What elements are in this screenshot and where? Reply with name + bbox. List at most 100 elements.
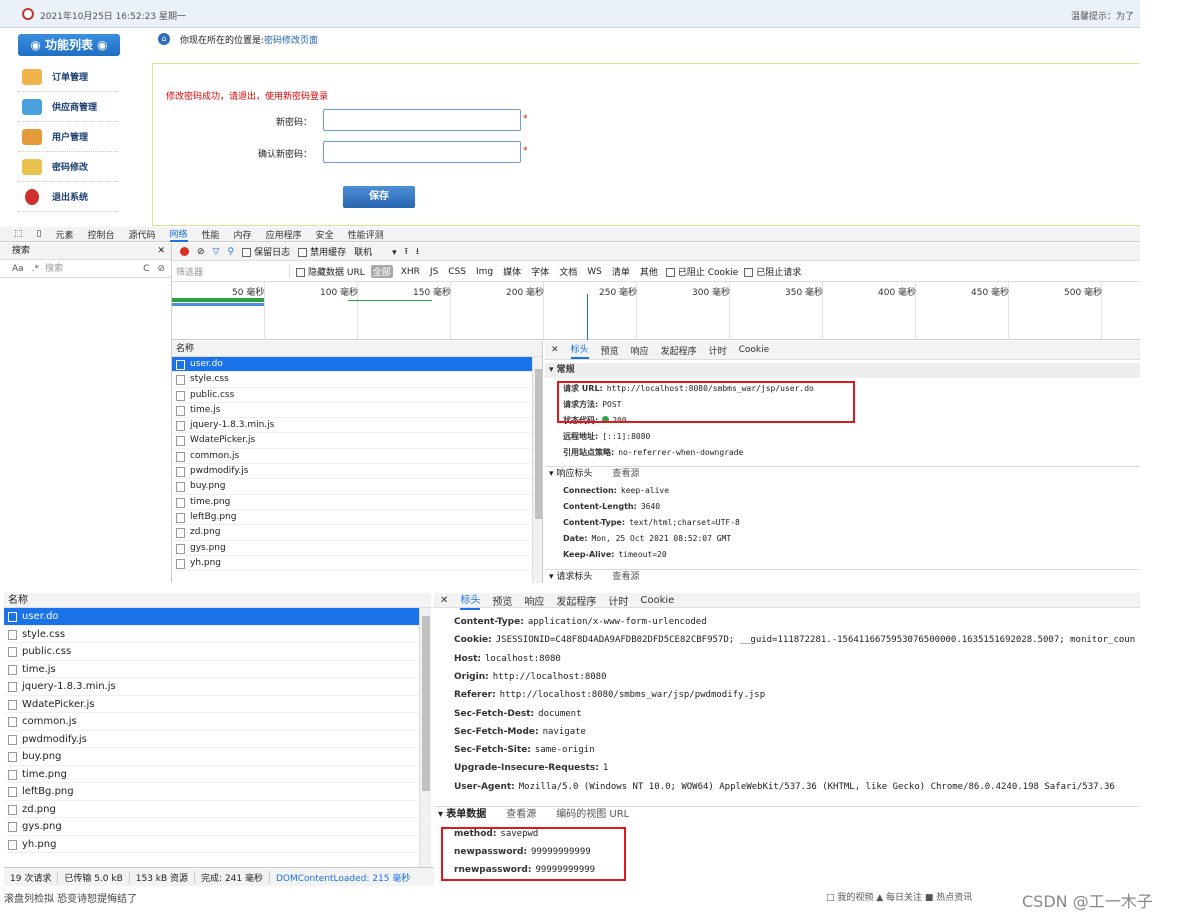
request-row[interactable]: style.css (172, 372, 542, 388)
filter-doc[interactable]: 文档 (557, 265, 579, 278)
filter-other[interactable]: 其他 (638, 265, 660, 278)
request-row[interactable]: WdatePicker.js (172, 433, 542, 449)
request-row[interactable]: zd.png (172, 525, 542, 541)
tab-initiator[interactable]: 发起程序 (556, 593, 596, 608)
nav-item-orders[interactable]: 订单管理 (18, 62, 118, 92)
filter-media[interactable]: 媒体 (501, 265, 523, 278)
tab-response[interactable]: 响应 (631, 344, 649, 357)
request-row[interactable]: zd.png (4, 801, 431, 818)
tab-preview[interactable]: 预览 (601, 344, 619, 357)
new-password-input[interactable] (323, 109, 521, 131)
filter-img[interactable]: Img (474, 267, 495, 277)
response-headers-section[interactable]: ▾ 响应标头 查看源 (545, 466, 1140, 481)
name-column-header[interactable]: 名称 (172, 341, 542, 357)
blocked-cookies-checkbox[interactable]: 已阻止 Cookie (665, 265, 738, 278)
general-section-header[interactable]: ▾ 常规 (545, 363, 1140, 378)
request-row[interactable]: leftBg.png (4, 783, 431, 801)
scrollbar-thumb[interactable] (422, 616, 430, 791)
search-input[interactable]: 搜索 (45, 260, 63, 278)
network-timeline[interactable]: 50 毫秒 100 毫秒 150 毫秒 200 毫秒 250 毫秒 300 毫秒… (172, 282, 1140, 340)
filter-js[interactable]: JS (428, 267, 440, 277)
disable-cache-checkbox[interactable]: 禁用缓存 (298, 245, 346, 258)
refresh-icon[interactable]: C (143, 260, 149, 278)
filter-ws[interactable]: WS (585, 267, 604, 277)
request-row[interactable]: time.png (4, 766, 431, 783)
request-row[interactable]: time.js (172, 403, 542, 419)
request-row[interactable]: buy.png (4, 748, 431, 766)
scrollbar-thumb[interactable] (535, 369, 542, 519)
filter-font[interactable]: 字体 (529, 265, 551, 278)
request-row[interactable]: yh.png (4, 836, 431, 853)
hide-data-urls-checkbox[interactable]: 隐藏数据 URL (296, 265, 365, 278)
tab-network[interactable]: 网络 (169, 227, 188, 242)
view-source-link[interactable]: 查看源 (612, 572, 639, 582)
request-row[interactable]: public.css (172, 388, 542, 403)
request-row[interactable]: time.js (4, 661, 431, 678)
request-row[interactable]: user.do (4, 608, 431, 626)
nav-item-users[interactable]: 用户管理 (18, 122, 118, 152)
match-case-toggle[interactable]: Aa (12, 260, 24, 278)
record-icon[interactable] (180, 247, 189, 256)
tab-security[interactable]: 安全 (316, 228, 334, 241)
tab-timing[interactable]: 计时 (608, 593, 628, 608)
inspect-icon[interactable]: ⬚ (14, 229, 23, 239)
tab-cookies[interactable]: Cookie (739, 345, 770, 355)
filter-xhr[interactable]: XHR (399, 267, 422, 277)
request-row[interactable]: gys.png (4, 818, 431, 836)
filter-css[interactable]: CSS (446, 267, 468, 277)
request-row[interactable]: public.css (4, 643, 431, 661)
filter-input[interactable]: 筛选器 (172, 265, 290, 278)
request-row[interactable]: buy.png (172, 479, 542, 495)
confirm-password-input[interactable] (323, 141, 521, 163)
tab-headers[interactable]: 标头 (570, 342, 589, 359)
filter-icon[interactable]: ▽ (213, 247, 220, 257)
tab-elements[interactable]: 元素 (55, 228, 73, 241)
view-source-link[interactable]: 查看源 (506, 809, 536, 820)
request-row[interactable]: gys.png (172, 541, 542, 556)
view-url-encoded-link[interactable]: 编码的视图 URL (556, 809, 629, 820)
throttle-select[interactable]: 联机 ▾ (354, 245, 397, 258)
download-icon[interactable]: ⭳ (416, 244, 419, 260)
tab-headers[interactable]: 标头 (460, 593, 481, 610)
request-headers-section[interactable]: ▾ 请求标头 查看源 (545, 569, 1140, 583)
search-icon[interactable]: ⚲ (227, 247, 234, 257)
tab-application[interactable]: 应用程序 (266, 228, 302, 241)
tab-lighthouse[interactable]: 性能评测 (348, 228, 384, 241)
tab-cookies[interactable]: Cookie (640, 595, 674, 606)
request-row[interactable]: common.js (4, 713, 431, 731)
preserve-log-checkbox[interactable]: 保留日志 (242, 245, 290, 258)
filter-all[interactable]: 全部 (370, 265, 393, 278)
save-button[interactable]: 保存 (343, 186, 415, 208)
tab-initiator[interactable]: 发起程序 (661, 344, 697, 357)
view-source-link[interactable]: 查看源 (612, 469, 639, 479)
upload-icon[interactable]: ⭱ (405, 244, 408, 260)
request-row[interactable]: common.js (172, 449, 542, 465)
request-row[interactable]: pwdmodify.js (4, 731, 431, 748)
request-row[interactable]: leftBg.png (172, 510, 542, 526)
tab-response[interactable]: 响应 (524, 593, 544, 608)
filter-manifest[interactable]: 清单 (610, 265, 632, 278)
close-icon[interactable]: ✕ (157, 243, 165, 260)
tab-performance[interactable]: 性能 (202, 228, 220, 241)
form-data-section[interactable]: ▾ 表单数据 查看源 编码的视图 URL (434, 806, 1140, 822)
request-row[interactable]: time.png (172, 495, 542, 510)
close-icon[interactable]: ✕ (551, 345, 559, 355)
scrollbar[interactable] (532, 357, 542, 583)
clear-icon[interactable]: ⊘ (157, 260, 165, 278)
nav-item-suppliers[interactable]: 供应商管理 (18, 92, 118, 122)
name-column-header[interactable]: 名称 (4, 593, 431, 608)
request-row[interactable]: WdatePicker.js (4, 696, 431, 713)
request-row[interactable]: jquery-1.8.3.min.js (4, 678, 431, 696)
breadcrumb-current[interactable]: 密码修改页面 (264, 33, 318, 46)
request-row[interactable]: pwdmodify.js (172, 464, 542, 480)
tab-sources[interactable]: 源代码 (129, 228, 156, 241)
blocked-requests-checkbox[interactable]: 已阻止请求 (744, 265, 801, 278)
clear-icon[interactable]: ⊘ (197, 247, 205, 257)
request-row[interactable]: user.do (172, 357, 542, 373)
nav-item-exit[interactable]: 退出系统 (18, 182, 118, 212)
tab-console[interactable]: 控制台 (87, 228, 114, 241)
tab-timing[interactable]: 计时 (709, 344, 727, 357)
nav-item-password[interactable]: 密码修改 (18, 152, 118, 182)
tab-preview[interactable]: 预览 (492, 593, 512, 608)
request-row[interactable]: jquery-1.8.3.min.js (172, 418, 542, 434)
